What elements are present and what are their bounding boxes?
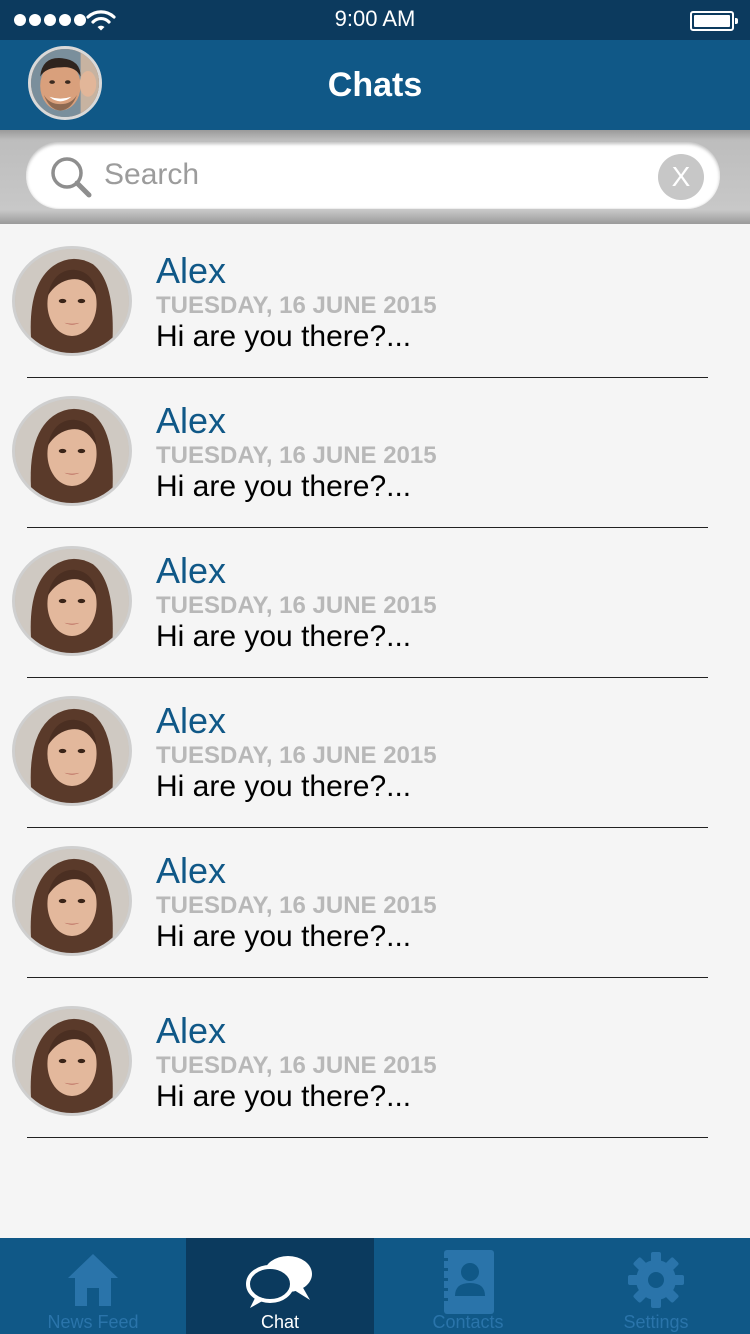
avatar bbox=[12, 246, 132, 356]
tab-contacts[interactable]: Contacts bbox=[374, 1238, 562, 1334]
list-item[interactable]: Alex TUESDAY, 16 JUNE 2015 Hi are you th… bbox=[0, 824, 750, 974]
message-date: TUESDAY, 16 JUNE 2015 bbox=[156, 742, 437, 769]
status-bar: 9:00 AM bbox=[0, 0, 750, 40]
tab-label: Chat bbox=[260, 1312, 300, 1332]
list-item[interactable]: Alex TUESDAY, 16 JUNE 2015 Hi are you th… bbox=[0, 674, 750, 824]
search-bar-area: X bbox=[0, 130, 750, 224]
tab-news-feed[interactable]: News Feed bbox=[0, 1238, 186, 1334]
avatar bbox=[12, 846, 132, 956]
clear-search-button[interactable]: X bbox=[658, 154, 704, 200]
divider bbox=[27, 977, 708, 978]
status-time: 9:00 AM bbox=[334, 6, 416, 31]
page-title: Chats bbox=[327, 66, 423, 104]
list-item[interactable]: Alex TUESDAY, 16 JUNE 2015 Hi are you th… bbox=[0, 984, 750, 1134]
divider bbox=[27, 1137, 708, 1138]
avatar bbox=[12, 1006, 132, 1116]
contact-name: Alex bbox=[156, 400, 227, 441]
contact-name: Alex bbox=[156, 850, 227, 891]
search-input[interactable] bbox=[104, 154, 644, 196]
avatar bbox=[12, 396, 132, 506]
list-item[interactable]: Alex TUESDAY, 16 JUNE 2015 Hi are you th… bbox=[0, 524, 750, 674]
message-preview: Hi are you there?... bbox=[156, 320, 412, 353]
contact-name: Alex bbox=[156, 550, 227, 591]
message-date: TUESDAY, 16 JUNE 2015 bbox=[156, 442, 437, 469]
tab-label: News Feed bbox=[47, 1312, 139, 1332]
tab-label: Settings bbox=[623, 1312, 689, 1332]
message-preview: Hi are you there?... bbox=[156, 920, 412, 953]
message-preview: Hi are you there?... bbox=[156, 470, 412, 503]
contact-name: Alex bbox=[156, 700, 227, 741]
search-box[interactable]: X bbox=[26, 142, 720, 208]
message-preview: Hi are you there?... bbox=[156, 770, 412, 803]
list-item[interactable]: Alex TUESDAY, 16 JUNE 2015 Hi are you th… bbox=[0, 224, 750, 374]
contact-name: Alex bbox=[156, 250, 227, 291]
app-header: Chats bbox=[0, 40, 750, 130]
message-date: TUESDAY, 16 JUNE 2015 bbox=[156, 592, 437, 619]
list-item[interactable]: Alex TUESDAY, 16 JUNE 2015 Hi are you th… bbox=[0, 374, 750, 524]
message-preview: Hi are you there?... bbox=[156, 620, 412, 653]
message-preview: Hi are you there?... bbox=[156, 1080, 412, 1113]
search-icon bbox=[51, 157, 92, 198]
gear-icon bbox=[628, 1252, 684, 1308]
tab-label: Contacts bbox=[432, 1312, 504, 1332]
tab-chat[interactable]: Chat bbox=[186, 1238, 374, 1334]
contact-name: Alex bbox=[156, 1010, 227, 1051]
avatar bbox=[12, 546, 132, 656]
tab-bar: News Feed Chat Contacts Settings bbox=[0, 1238, 750, 1334]
message-date: TUESDAY, 16 JUNE 2015 bbox=[156, 292, 437, 319]
contacts-book-icon bbox=[442, 1250, 494, 1314]
tab-settings[interactable]: Settings bbox=[562, 1238, 750, 1334]
chat-bubbles-icon bbox=[246, 1256, 312, 1308]
battery-icon bbox=[690, 11, 738, 31]
message-date: TUESDAY, 16 JUNE 2015 bbox=[156, 892, 437, 919]
message-date: TUESDAY, 16 JUNE 2015 bbox=[156, 1052, 437, 1079]
avatar bbox=[12, 696, 132, 806]
home-icon bbox=[68, 1254, 118, 1306]
